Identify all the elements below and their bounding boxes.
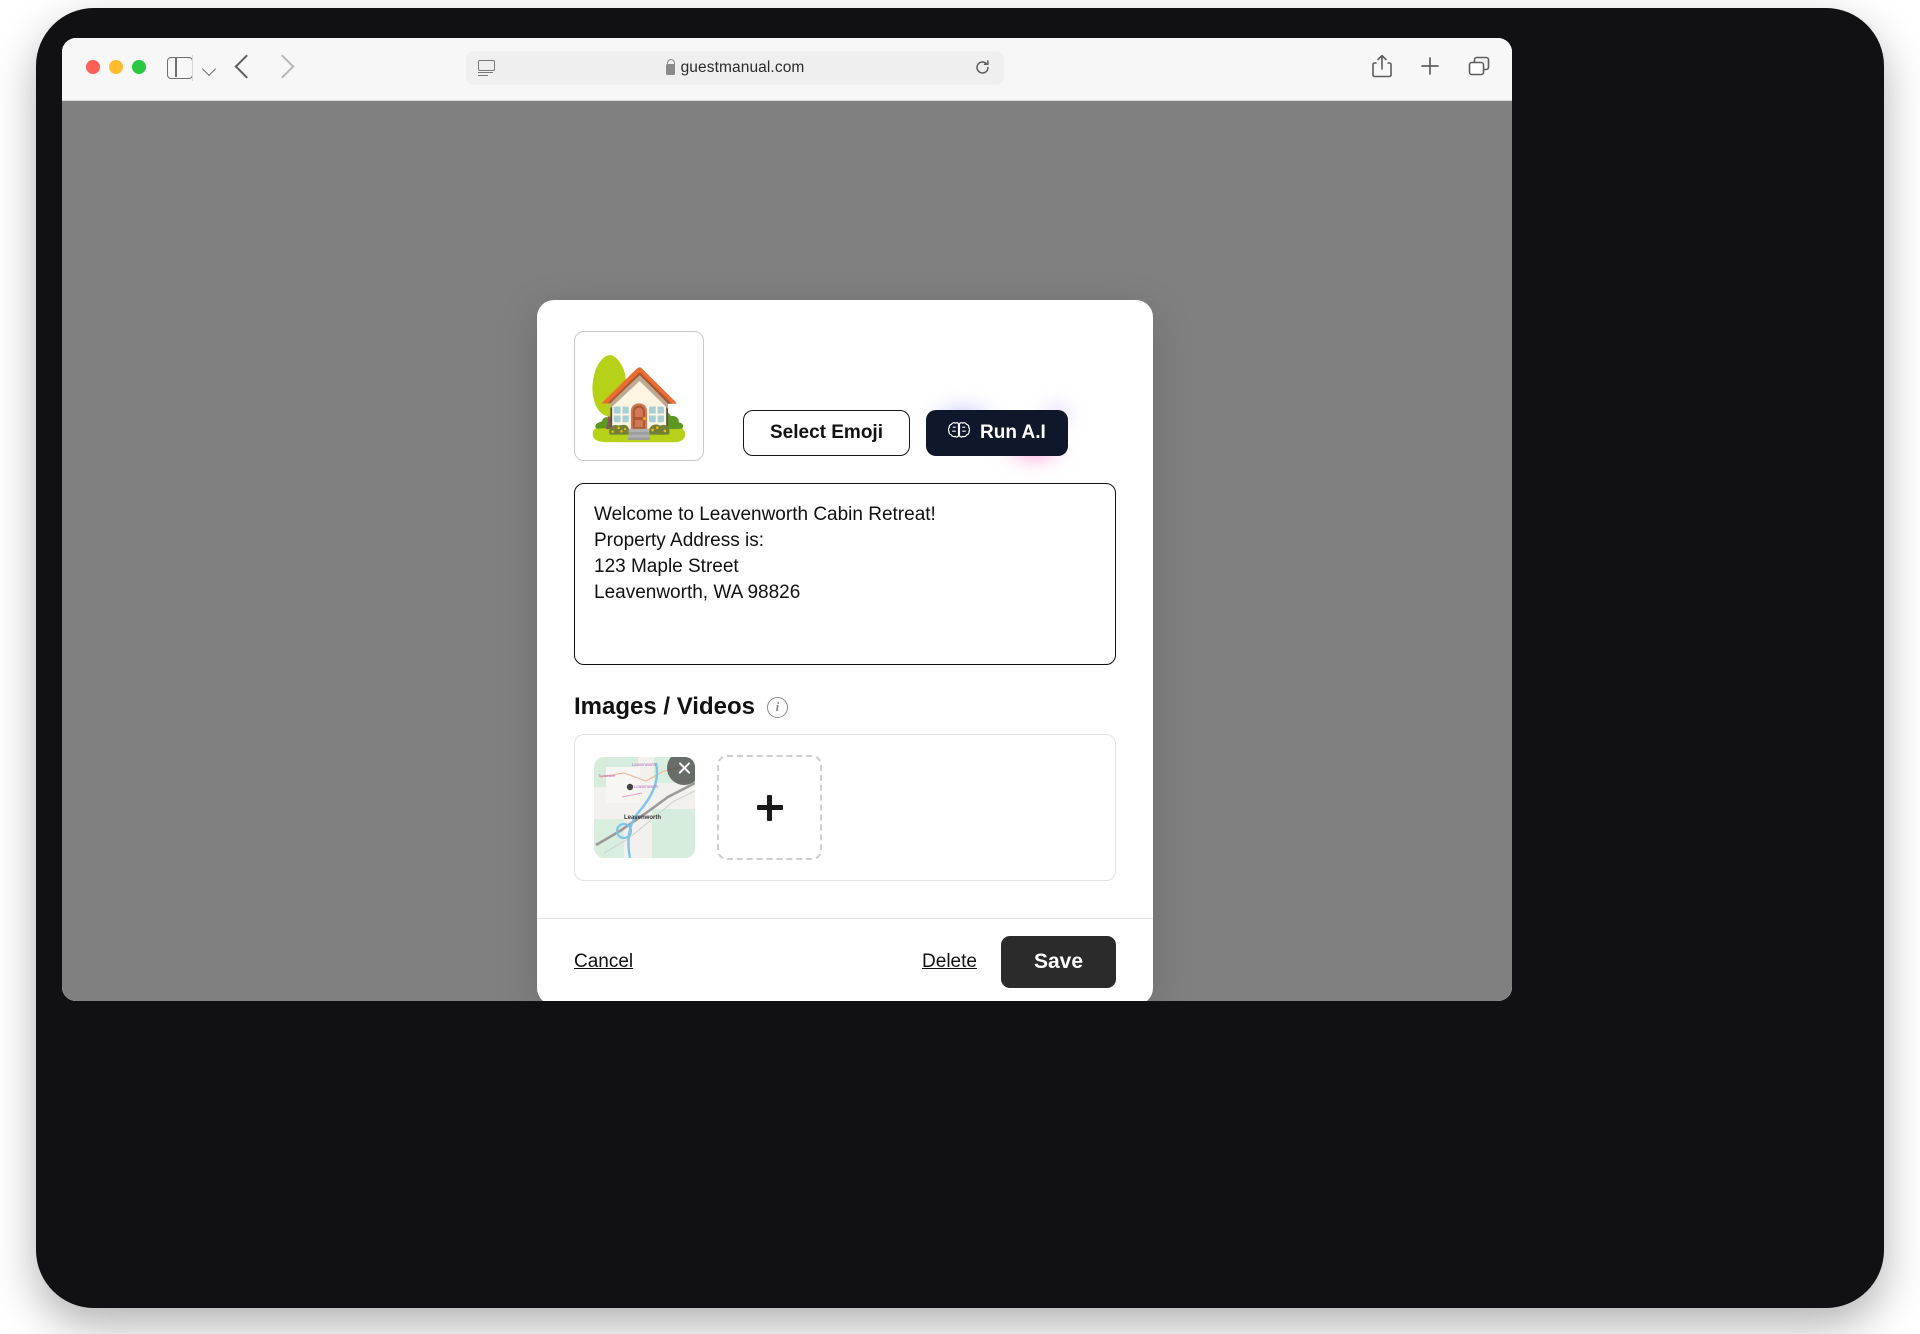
select-emoji-button[interactable]: Select Emoji xyxy=(743,410,910,456)
lock-icon xyxy=(665,59,675,75)
media-label-row: Images / Videos i xyxy=(574,693,1116,721)
emoji-row: 🏡 Select Emoji Run A.I xyxy=(574,331,1116,470)
svg-text:Leavenworth: Leavenworth xyxy=(624,815,661,821)
back-arrow-icon[interactable] xyxy=(234,54,259,79)
share-icon[interactable] xyxy=(1372,54,1392,78)
delete-button[interactable]: Delete xyxy=(922,951,977,973)
modal-footer: Cancel Delete Save xyxy=(537,918,1153,1001)
run-ai-wrapper: Run A.I xyxy=(912,396,1082,470)
modal-body: 🏡 Select Emoji Run A.I Welcome to Leaven… xyxy=(537,300,1153,918)
svg-text:Leavenworth: Leavenworth xyxy=(632,762,657,767)
save-button[interactable]: Save xyxy=(1000,936,1116,988)
tab-overview-icon[interactable] xyxy=(1468,56,1490,76)
browser-toolbar: guestmanual.com xyxy=(62,38,1512,101)
info-icon[interactable]: i xyxy=(766,696,788,718)
browser-window: guestmanual.com 🏡 Select Emoji Run A.I W… xyxy=(62,38,1512,1001)
svg-text:Tumwater: Tumwater xyxy=(598,773,616,778)
run-ai-button[interactable]: Run A.I xyxy=(926,410,1068,456)
edit-section-modal: 🏡 Select Emoji Run A.I Welcome to Leaven… xyxy=(537,300,1153,1001)
footer-right-actions: Delete Save xyxy=(922,936,1116,988)
description-textarea[interactable]: Welcome to Leavenworth Cabin Retreat! Pr… xyxy=(574,483,1116,665)
address-bar[interactable]: guestmanual.com xyxy=(466,51,1004,85)
cancel-button[interactable]: Cancel xyxy=(574,951,633,973)
toolbar-actions xyxy=(1372,54,1490,78)
close-window-button[interactable] xyxy=(86,60,100,74)
emoji-preview[interactable]: 🏡 xyxy=(574,331,704,461)
chevron-down-icon[interactable] xyxy=(201,61,217,77)
app-viewport: Manuals Leavenworth Cabin Retreat xyxy=(62,101,1512,1001)
plus-icon xyxy=(756,794,783,821)
media-thumbnail[interactable]: Leavenworth Leavenworth Leavenworth Tumw… xyxy=(594,757,695,858)
reload-icon[interactable] xyxy=(975,60,990,75)
sidebar-toggle-icon[interactable] xyxy=(167,57,193,79)
emoji-actions: Select Emoji Run A.I xyxy=(743,396,1082,470)
plus-icon[interactable] xyxy=(1420,56,1440,76)
minimize-window-button[interactable] xyxy=(109,60,123,74)
forward-arrow-icon xyxy=(270,54,295,79)
screen-root: guestmanual.com 🏡 Select Emoji Run A.I W… xyxy=(0,0,1920,1334)
media-section-label: Images / Videos xyxy=(574,693,755,720)
add-media-button[interactable] xyxy=(717,755,822,860)
url-text: guestmanual.com xyxy=(680,59,805,76)
toolbar-divider xyxy=(192,55,193,81)
brain-icon xyxy=(947,421,971,446)
svg-text:Leavenworth: Leavenworth xyxy=(634,784,659,789)
run-ai-label: Run A.I xyxy=(980,422,1046,443)
maximize-window-button[interactable] xyxy=(132,60,146,74)
window-controls xyxy=(86,60,146,74)
address-bar-content: guestmanual.com xyxy=(466,59,1004,77)
media-list: Leavenworth Leavenworth Leavenworth Tumw… xyxy=(574,734,1116,881)
